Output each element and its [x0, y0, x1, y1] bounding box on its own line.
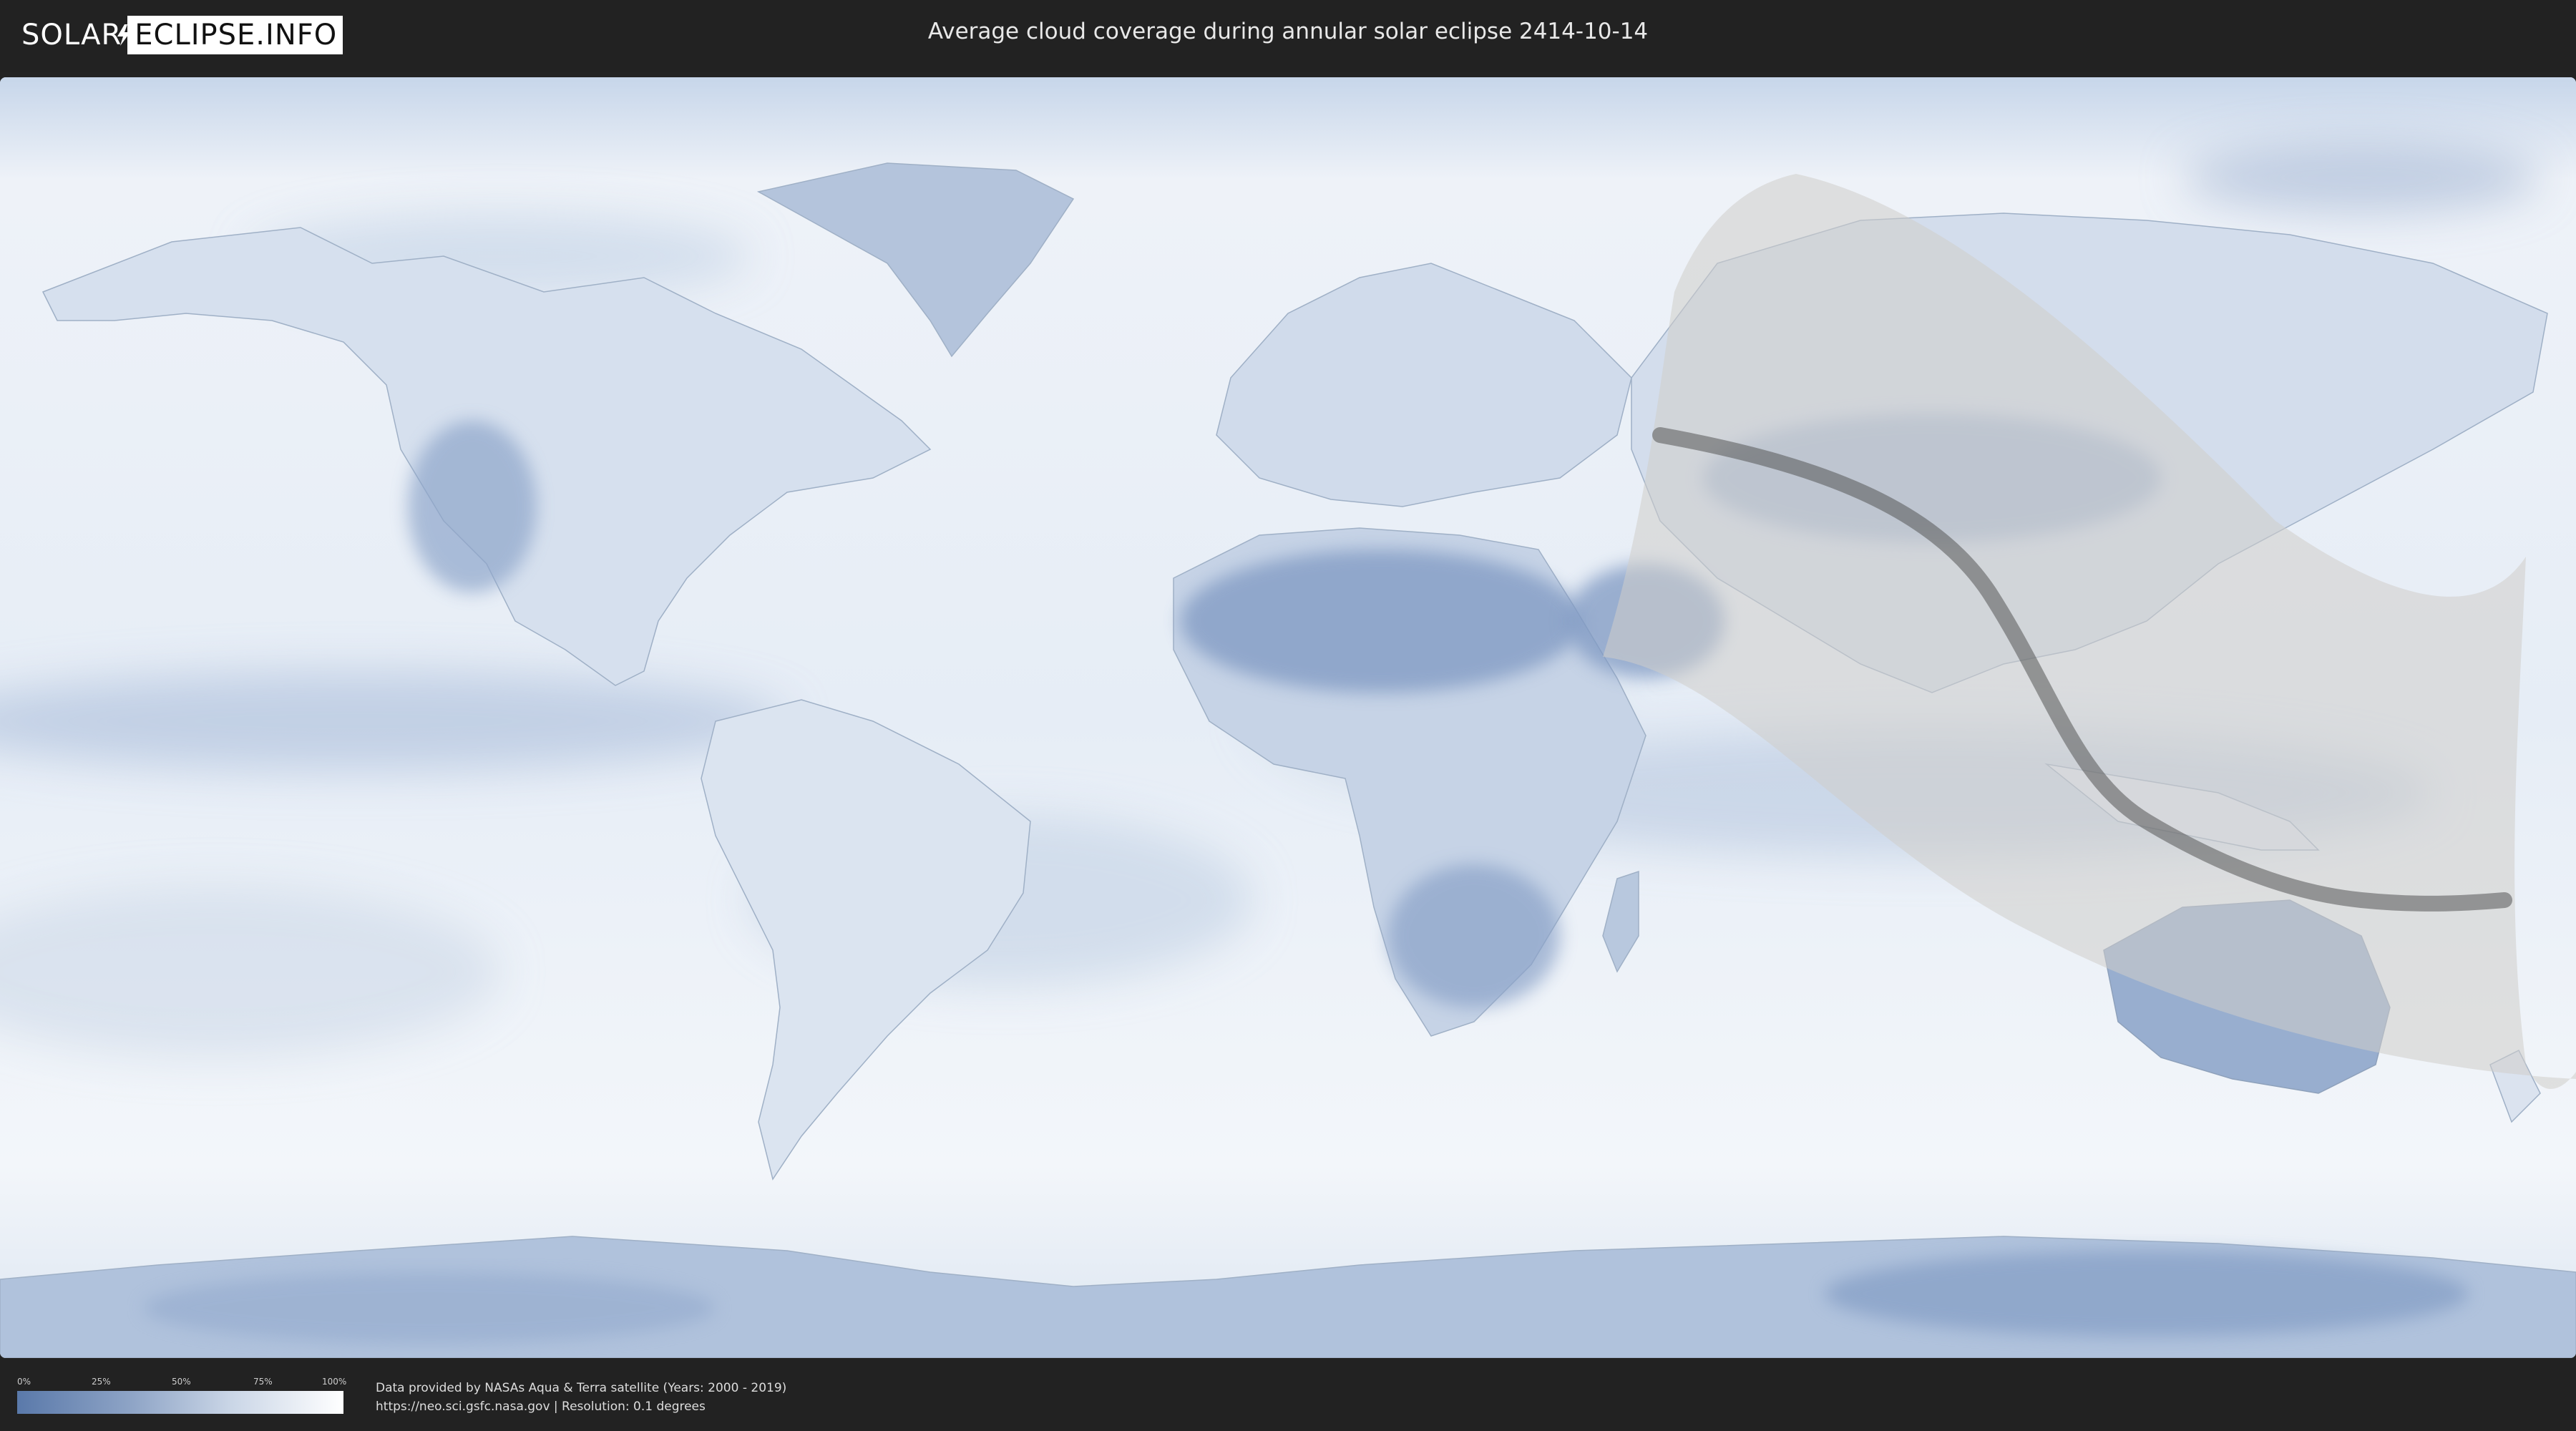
- legend-tick-75: 75%: [253, 1377, 273, 1387]
- source-line[interactable]: https://neo.sci.gsfc.nasa.gov | Resoluti…: [376, 1397, 786, 1416]
- footer-bar: 0% 25% 50% 75% 100% Data provided by NAS…: [0, 1359, 2576, 1431]
- legend-ticks: 0% 25% 50% 75% 100%: [17, 1377, 347, 1388]
- page: SOLAR ECLIPSE.INFO Average cloud coverag…: [0, 0, 2576, 1431]
- legend-tick-25: 25%: [92, 1377, 111, 1387]
- legend-tick-100: 100%: [322, 1377, 347, 1387]
- cloud-coverage-legend: 0% 25% 50% 75% 100%: [17, 1377, 347, 1414]
- page-title: Average cloud coverage during annular so…: [927, 19, 1649, 44]
- header-bar: SOLAR ECLIPSE.INFO Average cloud coverag…: [0, 0, 2576, 72]
- legend-gradient-bar: [17, 1391, 343, 1414]
- credit-line: Data provided by NASAs Aqua & Terra sate…: [376, 1381, 787, 1395]
- legend-tick-50: 50%: [172, 1377, 191, 1387]
- data-credits: Data provided by NASAs Aqua & Terra sate…: [376, 1379, 786, 1416]
- legend-tick-0: 0%: [17, 1377, 31, 1387]
- map-svg: [0, 77, 2576, 1358]
- cloud-coverage-map[interactable]: [0, 77, 2576, 1358]
